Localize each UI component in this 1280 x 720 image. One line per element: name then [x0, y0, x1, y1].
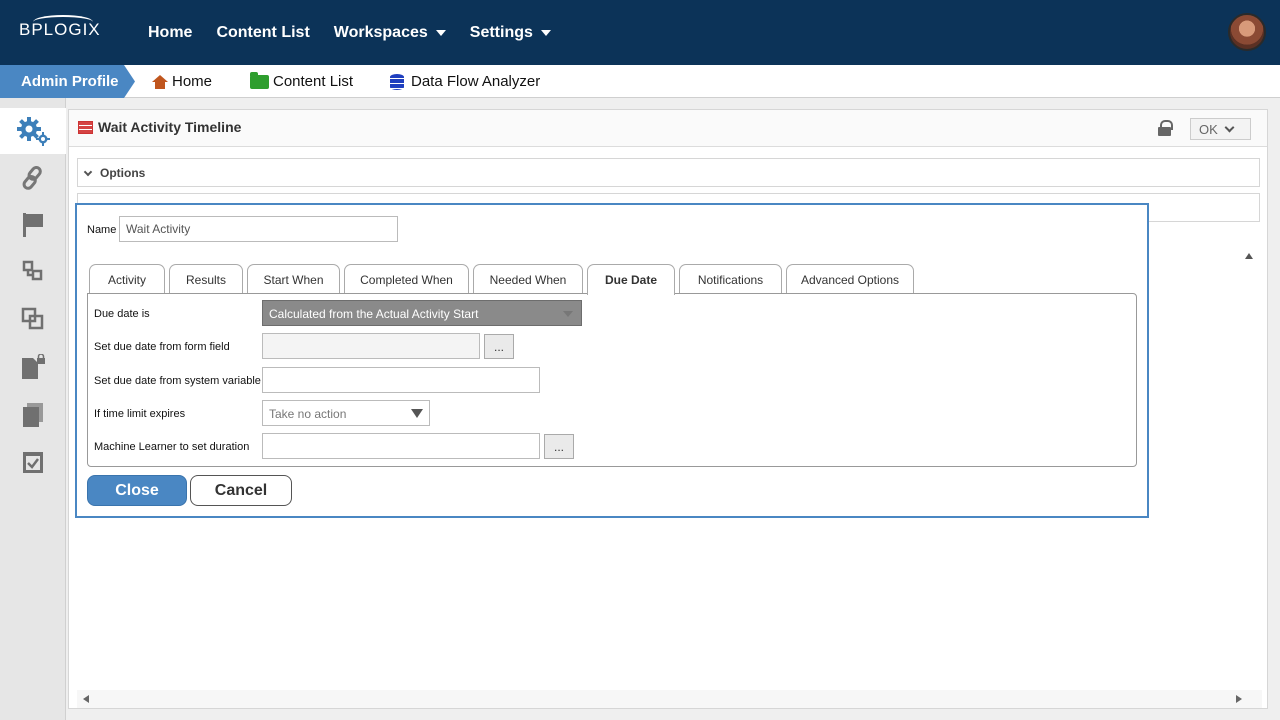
chevron-down-icon	[83, 167, 93, 177]
ok-dropdown-button[interactable]: OK	[1190, 118, 1251, 140]
cancel-button[interactable]: Cancel	[190, 475, 292, 506]
database-icon	[390, 73, 404, 90]
tab-completed-when[interactable]: Completed When	[344, 264, 469, 294]
sidebar-item-layers[interactable]	[0, 296, 66, 342]
sidebar-item-locked-docs[interactable]	[0, 344, 66, 390]
system-variable-input[interactable]	[262, 367, 540, 393]
time-limit-label: If time limit expires	[94, 408, 186, 420]
close-button[interactable]: Close	[87, 475, 187, 506]
crumb-content-list[interactable]: Content List	[250, 65, 353, 98]
sidebar-item-flags[interactable]	[0, 202, 66, 248]
crumb-data-flow-analyzer[interactable]: Data Flow Analyzer	[390, 65, 540, 98]
gears-icon	[17, 117, 50, 146]
tab-needed-when[interactable]: Needed When	[473, 264, 583, 294]
user-avatar[interactable]	[1228, 13, 1266, 51]
flag-icon	[23, 213, 43, 237]
left-sidebar	[0, 98, 66, 720]
home-icon	[152, 74, 168, 89]
breadcrumb: Admin Profile Home Content List Data Flo…	[0, 65, 1280, 98]
machine-learner-picker-button[interactable]: ...	[544, 434, 574, 459]
bplogix-logo[interactable]: BPLOGIX	[19, 15, 101, 40]
system-variable-label: Set due date from system variable	[94, 375, 261, 387]
documents-icon	[23, 403, 43, 427]
timeline-icon	[78, 121, 93, 134]
link-icon	[22, 166, 42, 190]
tab-activity[interactable]: Activity	[89, 264, 165, 294]
chevron-down-icon	[1224, 122, 1235, 132]
name-label: Name	[87, 224, 117, 236]
due-date-label: Due date is	[94, 308, 150, 320]
lock-icon[interactable]	[1158, 120, 1173, 136]
form-field-input[interactable]	[262, 333, 480, 359]
horizontal-scrollbar[interactable]	[77, 690, 1262, 708]
tab-notifications[interactable]: Notifications	[679, 264, 782, 294]
nav-home[interactable]: Home	[148, 24, 192, 42]
time-limit-select[interactable]: Take no action	[262, 400, 430, 426]
scroll-right-icon[interactable]	[1236, 695, 1242, 703]
sidebar-item-settings[interactable]	[0, 108, 66, 154]
sidebar-item-documents[interactable]	[0, 392, 66, 438]
tab-start-when[interactable]: Start When	[247, 264, 340, 294]
chevron-down-icon	[540, 29, 551, 36]
tab-advanced-options[interactable]: Advanced Options	[786, 264, 914, 294]
top-nav-bar: BPLOGIX Home Content List Workspaces Set…	[0, 0, 1280, 65]
nav-workspaces[interactable]: Workspaces	[334, 24, 446, 42]
form-field-label: Set due date from form field	[94, 341, 230, 353]
name-input[interactable]	[119, 216, 398, 242]
scroll-left-icon[interactable]	[83, 695, 89, 703]
options-section[interactable]: Options	[77, 158, 1260, 187]
hierarchy-icon	[22, 260, 43, 281]
crumb-home[interactable]: Home	[152, 65, 212, 98]
scroll-up-icon[interactable]	[1245, 253, 1253, 259]
sidebar-item-links[interactable]	[0, 155, 66, 201]
machine-learner-input[interactable]	[262, 433, 540, 459]
tab-results[interactable]: Results	[169, 264, 243, 294]
dropdown-arrow-icon	[411, 409, 423, 418]
admin-profile-crumb[interactable]: Admin Profile	[0, 65, 135, 98]
copy-layers-icon	[21, 307, 44, 330]
sidebar-item-checklist[interactable]	[0, 439, 66, 485]
panel-title: Wait Activity Timeline	[98, 119, 242, 135]
panel-header: Wait Activity Timeline OK	[69, 110, 1267, 147]
main-nav: Home Content List Workspaces Settings	[148, 0, 575, 65]
sidebar-item-hierarchy[interactable]	[0, 248, 66, 294]
tab-due-date[interactable]: Due Date	[587, 264, 675, 295]
folder-icon	[250, 71, 269, 89]
checklist-icon	[23, 452, 43, 473]
form-field-picker-button[interactable]: ...	[484, 334, 514, 359]
nav-settings[interactable]: Settings	[470, 24, 551, 42]
machine-learner-label: Machine Learner to set duration	[94, 441, 250, 453]
dropdown-arrow-icon	[563, 311, 573, 317]
chevron-down-icon	[435, 29, 446, 36]
nav-content-list[interactable]: Content List	[216, 24, 309, 42]
due-date-tab-content: Due date is Calculated from the Actual A…	[87, 293, 1137, 467]
wait-activity-dialog: Name Activity Results Start When Complet…	[75, 203, 1149, 518]
due-date-select[interactable]: Calculated from the Actual Activity Star…	[262, 300, 582, 326]
locked-document-icon	[22, 354, 45, 379]
